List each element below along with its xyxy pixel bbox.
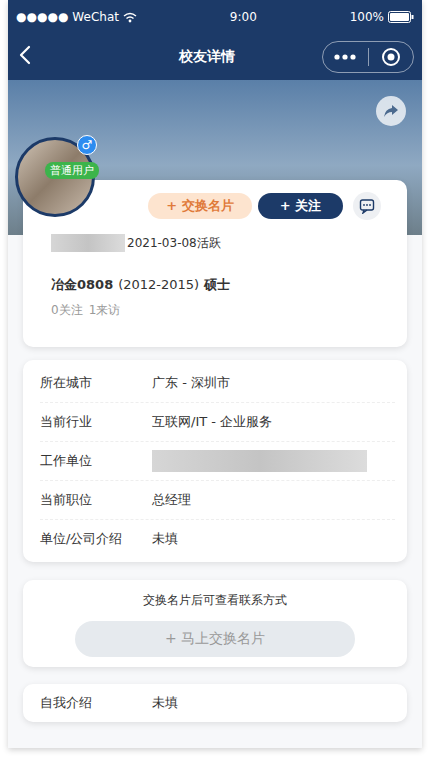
chat-icon <box>359 198 375 214</box>
mini-program-capsule <box>322 41 414 73</box>
page-title: 校友详情 <box>32 48 322 66</box>
time: 9:00 <box>230 10 257 24</box>
detail-row: 当前职位总经理 <box>40 481 395 520</box>
target-icon <box>381 47 401 67</box>
detail-value: 广东 - 深圳市 <box>152 374 395 392</box>
app: ●●●●●WeChat9:00100%校友详情♂普通用户+ 交换名片+ 关注20… <box>8 0 422 748</box>
details-card: 所在城市广东 - 深圳市当前行业互联网/IT - 企业服务工作单位当前职位总经理… <box>23 360 407 562</box>
carrier: WeChat <box>72 10 119 24</box>
battery-icon <box>388 11 414 23</box>
detail-row: 所在城市广东 - 深圳市 <box>40 364 395 403</box>
stats-row: 0关注 1来访 <box>51 302 393 319</box>
detail-value <box>152 450 395 472</box>
back-arrow-icon <box>18 45 32 65</box>
detail-text: 广东 - 深圳市 <box>152 375 230 390</box>
message-button[interactable] <box>353 192 381 220</box>
profile-card: ♂普通用户+ 交换名片+ 关注2021-03-08活跃冶金0808(2012-2… <box>23 180 407 347</box>
gender-badge: ♂ <box>77 135 97 155</box>
action-row: + 交换名片+ 关注 <box>51 192 393 220</box>
contact-card: 交换名片后可查看联系方式 + 马上交换名片 <box>23 580 407 667</box>
name-row: 2021-03-08活跃 <box>51 234 393 252</box>
avatar-area: ♂普通用户 <box>15 137 95 217</box>
years: (2012-2015) <box>118 277 199 292</box>
detail-value: 总经理 <box>152 491 395 509</box>
detail-value: 未填 <box>152 530 395 548</box>
detail-text: 总经理 <box>152 492 191 507</box>
detail-label: 所在城市 <box>40 374 152 392</box>
contact-tip: 交换名片后可查看联系方式 <box>143 592 287 609</box>
capsule-divider <box>368 48 369 66</box>
more-dots-icon <box>334 54 356 60</box>
intro-value: 未填 <box>152 694 395 712</box>
follow-button[interactable]: + 关注 <box>258 193 343 219</box>
education-row: 冶金0808 (2012-2015) 硕士 <box>51 276 393 294</box>
signal-icon: ●●●●● <box>16 10 68 24</box>
detail-label: 单位/公司介绍 <box>40 530 152 548</box>
detail-text: 互联网/IT - 企业服务 <box>152 414 272 429</box>
detail-row: 当前行业互联网/IT - 企业服务 <box>40 403 395 442</box>
detail-value: 互联网/IT - 企业服务 <box>152 413 395 431</box>
major: 冶金0808 <box>51 276 113 294</box>
share-icon <box>383 103 399 119</box>
intro-card: 自我介绍未填 <box>23 684 407 722</box>
intro-label: 自我介绍 <box>40 694 152 712</box>
stat[interactable]: 0关注 <box>51 302 83 319</box>
back-button[interactable] <box>18 45 32 69</box>
status-left: ●●●●● WeChat <box>16 10 137 24</box>
last-active: 2021-03-08活跃 <box>127 235 221 252</box>
share-button[interactable] <box>376 96 406 126</box>
detail-label: 工作单位 <box>40 452 152 470</box>
more-button[interactable] <box>323 54 368 60</box>
value-redacted <box>152 450 367 472</box>
stat[interactable]: 1来访 <box>89 302 121 319</box>
exchange-card-button[interactable]: + 交换名片 <box>148 193 252 219</box>
status-bar: ●●●●● WeChat 9:00 100% <box>8 0 422 34</box>
detail-text: 未填 <box>152 531 178 546</box>
detail-label: 当前职位 <box>40 491 152 509</box>
intro-row: 自我介绍未填 <box>40 684 395 722</box>
battery-level: 100% <box>350 10 384 24</box>
detail-row: 工作单位 <box>40 442 395 481</box>
nav-bar: 校友详情 <box>8 34 422 80</box>
name-redacted <box>51 234 125 252</box>
status-right: 100% <box>350 10 414 24</box>
degree: 硕士 <box>204 276 230 294</box>
exchange-now-button[interactable]: + 马上交换名片 <box>75 621 355 657</box>
role-badge: 普通用户 <box>45 162 99 179</box>
wifi-icon <box>123 12 137 23</box>
close-button[interactable] <box>369 47 414 67</box>
detail-row: 单位/公司介绍未填 <box>40 520 395 558</box>
detail-label: 当前行业 <box>40 413 152 431</box>
